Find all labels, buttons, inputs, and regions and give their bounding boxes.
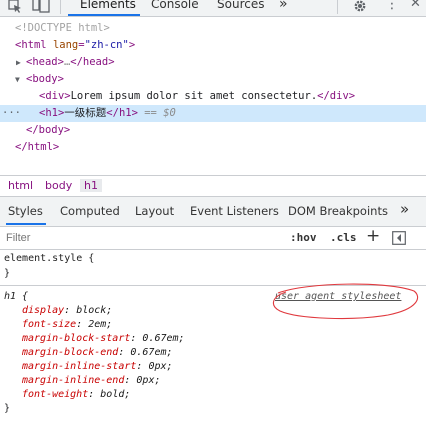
element-style-rule: element.style { } [4, 252, 94, 281]
div-text: Lorem ipsum dolor sit amet consectetur. [70, 90, 318, 102]
html-tag-name: html [21, 39, 47, 51]
css-property-name[interactable]: margin-block-start [22, 333, 130, 344]
tab-layout[interactable]: Layout [135, 204, 174, 218]
collapse-triangle-icon[interactable]: ▼ [15, 71, 20, 88]
dom-line-body-close[interactable]: </body> [0, 122, 426, 139]
lang-value: "zh-cn" [84, 39, 129, 51]
tab-sources[interactable]: Sources [217, 0, 264, 11]
breadcrumb-h1[interactable]: h1 [80, 179, 102, 192]
h1-text: 一级标题 [64, 107, 107, 119]
h1-rule-close: } [4, 403, 11, 414]
more-tabs-button[interactable]: » [279, 0, 288, 12]
css-property-value[interactable]: bold; [100, 389, 130, 400]
css-property-name[interactable]: margin-block-end [22, 347, 118, 358]
dom-line-html-close[interactable]: </html> [0, 139, 426, 156]
tab-styles[interactable]: Styles [8, 204, 43, 218]
css-property-value[interactable]: 0.67em; [130, 347, 172, 358]
more-panel-tabs-button[interactable]: » [400, 200, 409, 218]
css-property-value[interactable]: 0px; [136, 375, 160, 386]
tab-computed[interactable]: Computed [60, 204, 120, 218]
expand-triangle-icon[interactable]: ▶ [16, 54, 21, 71]
element-style-selector[interactable]: element.style { [4, 252, 94, 266]
css-property-name[interactable]: font-weight [22, 389, 88, 400]
css-declaration[interactable]: font-weight: bold; [22, 388, 422, 402]
selected-marker: == $0 [144, 107, 176, 119]
inspect-element-icon[interactable] [8, 0, 22, 13]
dom-line-body[interactable]: ▼ <body> [0, 71, 426, 88]
css-property-name[interactable]: margin-inline-end [22, 375, 124, 386]
css-property-value[interactable]: block; [76, 305, 112, 316]
gutter-ellipsis[interactable]: ··· [2, 105, 21, 122]
dom-line-h1-selected[interactable]: ··· <h1>一级标题</h1> == $0 [0, 105, 426, 122]
devtools-toolbar: Elements Console Sources » ⋮ ✕ [0, 0, 426, 17]
css-declaration[interactable]: margin-inline-start: 0px; [22, 360, 422, 374]
css-declaration[interactable]: margin-inline-end: 0px; [22, 374, 422, 388]
sidebar-tabs: Styles Computed Layout Event Listeners D… [0, 197, 426, 227]
dom-line-doctype[interactable]: <!DOCTYPE html> [0, 20, 426, 37]
breadcrumb-body[interactable]: body [45, 179, 72, 192]
tab-console[interactable]: Console [151, 0, 199, 11]
css-declaration[interactable]: margin-block-start: 0.67em; [22, 332, 422, 346]
css-property-value[interactable]: 0px; [148, 361, 172, 372]
dom-tree: <!DOCTYPE html> <html lang="zh-cn"> ▶ <h… [0, 20, 426, 156]
annotation-circle [272, 283, 419, 320]
dom-line-html[interactable]: <html lang="zh-cn"> [0, 37, 426, 54]
active-tab-indicator [68, 14, 140, 16]
hov-toggle[interactable]: :hov [290, 231, 317, 244]
lang-attr: lang [52, 39, 79, 51]
element-style-close: } [4, 268, 11, 279]
tab-dom-breakpoints[interactable]: DOM Breakpoints [288, 204, 388, 218]
dom-line-head[interactable]: ▶ <head>…</head> [0, 54, 426, 71]
css-declaration[interactable]: margin-block-end: 0.67em; [22, 346, 422, 360]
tab-event-listeners[interactable]: Event Listeners [190, 204, 279, 218]
toggle-computed-sidebar-icon[interactable] [392, 230, 406, 245]
filter-bar: :hov .cls + [0, 226, 426, 250]
gear-icon[interactable] [353, 0, 367, 12]
css-property-value[interactable]: 0.67em; [142, 333, 184, 344]
cls-toggle[interactable]: .cls [330, 231, 357, 244]
tab-elements[interactable]: Elements [80, 0, 136, 11]
device-toolbar-icon[interactable] [32, 0, 50, 13]
new-style-rule-button[interactable]: + [366, 226, 380, 246]
css-property-name[interactable]: display [22, 305, 64, 316]
css-property-value[interactable]: 2em; [88, 319, 112, 330]
breadcrumb-html[interactable]: html [8, 179, 33, 192]
kebab-menu-icon[interactable]: ⋮ [385, 0, 399, 12]
breadcrumb: html body h1 [0, 175, 426, 197]
dom-line-div[interactable]: <div>Lorem ipsum dolor sit amet consecte… [0, 88, 426, 105]
filter-input[interactable] [4, 229, 278, 247]
css-property-name[interactable]: font-size [22, 319, 76, 330]
close-icon[interactable]: ✕ [410, 0, 421, 11]
styles-tab-indicator [6, 223, 46, 225]
css-property-name[interactable]: margin-inline-start [22, 361, 136, 372]
